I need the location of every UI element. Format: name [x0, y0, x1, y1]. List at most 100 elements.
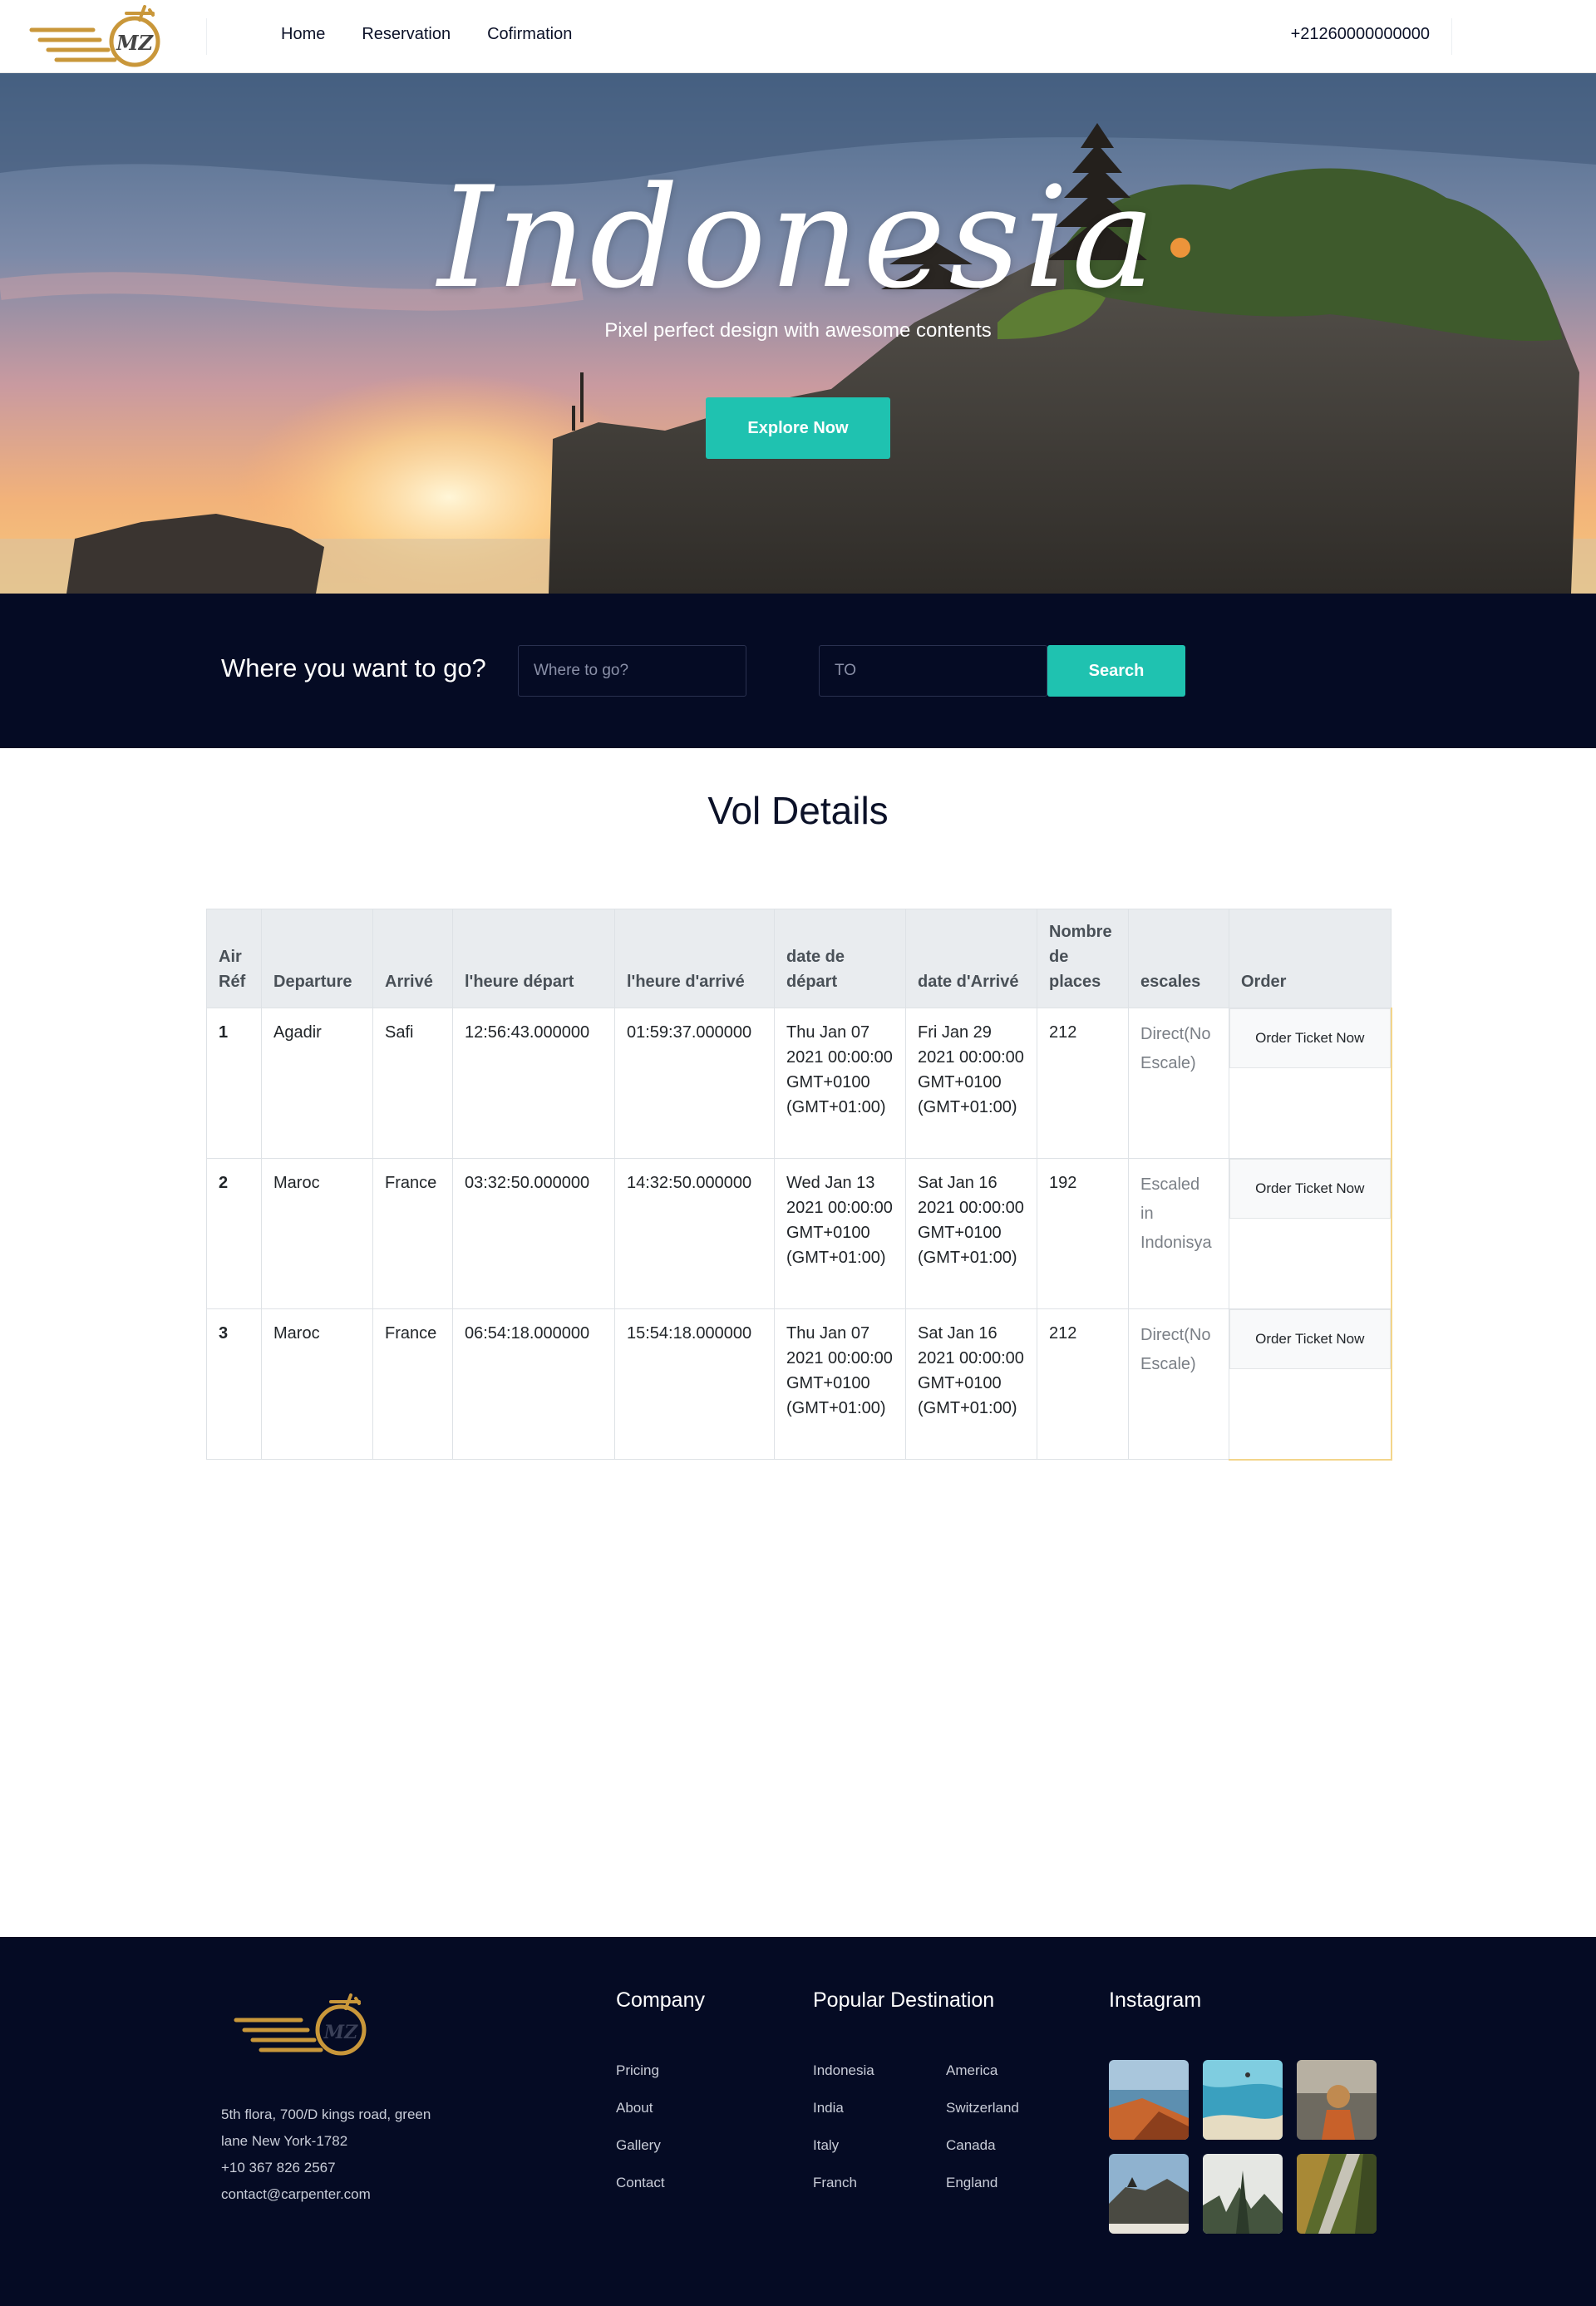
footer-destination-link[interactable]: Indonesia — [813, 2052, 874, 2089]
cell-departure-time: 12:56:43.000000 — [452, 1008, 615, 1159]
cell-stops: Direct(No Escale) — [1128, 1308, 1229, 1460]
cell-stops: Escaled in Indonisya — [1128, 1158, 1229, 1309]
destination-from-input[interactable] — [518, 645, 746, 697]
footer-link-contact[interactable]: Contact — [616, 2164, 665, 2201]
svg-text:MZ: MZ — [116, 31, 155, 55]
col-header-arrival-date: date d'Arrivé — [905, 909, 1037, 1008]
flights-table: Air Réf Departure Arrivé l'heure départ … — [206, 909, 1392, 1461]
cell-arrival-date: Fri Jan 29 2021 00:00:00 GMT+0100 (GMT+0… — [905, 1008, 1037, 1159]
footer-destination-link[interactable]: India — [813, 2089, 874, 2126]
cell-arrival-time: 14:32:50.000000 — [614, 1158, 775, 1309]
footer-phone: +10 367 826 2567 — [221, 2160, 336, 2175]
footer-destination-link[interactable]: America — [946, 2052, 1019, 2089]
cell-places: 192 — [1037, 1158, 1129, 1309]
brand-logo[interactable]: MZ — [28, 2, 163, 71]
navbar: MZ Home Reservation Cofirmation +2126000… — [0, 0, 1596, 73]
cell-stops: Direct(No Escale) — [1128, 1008, 1229, 1159]
col-header-ref: Air Réf — [206, 909, 262, 1008]
footer-link-gallery[interactable]: Gallery — [616, 2126, 665, 2164]
footer-company-heading: Company — [616, 1988, 705, 2012]
footer-destinations-heading: Popular Destination — [813, 1988, 995, 2012]
cell-departure: Maroc — [261, 1308, 373, 1460]
footer-company-links: Pricing About Gallery Contact — [616, 2052, 665, 2201]
cell-order: Order Ticket Now — [1229, 1158, 1392, 1309]
flights-table-container: Air Réf Departure Arrivé l'heure départ … — [206, 909, 1392, 1461]
table-row: 2 Maroc France 03:32:50.000000 14:32:50.… — [206, 1158, 1392, 1309]
nav-phone: +21260000000000 — [1290, 25, 1430, 43]
col-header-order: Order — [1229, 909, 1392, 1008]
search-bar: Where you want to go? Search — [0, 594, 1596, 748]
search-label: Where you want to go? — [221, 653, 486, 682]
cell-arrival-time: 01:59:37.000000 — [614, 1008, 775, 1159]
order-ticket-button[interactable]: Order Ticket Now — [1229, 1309, 1391, 1369]
cell-arrival: Safi — [372, 1008, 453, 1159]
col-header-arrival: Arrivé — [372, 909, 453, 1008]
cell-departure-time: 06:54:18.000000 — [452, 1308, 615, 1460]
table-row: 3 Maroc France 06:54:18.000000 15:54:18.… — [206, 1308, 1392, 1461]
instagram-photo[interactable] — [1109, 2060, 1189, 2140]
instagram-photo[interactable] — [1297, 2154, 1377, 2234]
footer-brand-logo[interactable]: MZ — [231, 1987, 371, 2060]
svg-text:MZ: MZ — [323, 2022, 358, 2043]
cell-departure: Agadir — [261, 1008, 373, 1159]
instagram-photo[interactable] — [1203, 2154, 1283, 2234]
cell-order: Order Ticket Now — [1229, 1008, 1392, 1159]
order-ticket-button[interactable]: Order Ticket Now — [1229, 1159, 1391, 1219]
order-ticket-button[interactable]: Order Ticket Now — [1229, 1008, 1391, 1068]
col-header-stops: escales — [1128, 909, 1229, 1008]
nav-divider — [1451, 18, 1452, 55]
cell-places: 212 — [1037, 1008, 1129, 1159]
cell-departure-date: Thu Jan 07 2021 00:00:00 GMT+0100 (GMT+0… — [774, 1008, 906, 1159]
cell-ref: 3 — [206, 1308, 262, 1460]
cell-departure-date: Wed Jan 13 2021 00:00:00 GMT+0100 (GMT+0… — [774, 1158, 906, 1309]
footer-destination-link[interactable]: England — [946, 2164, 1019, 2201]
footer-email: contact@carpenter.com — [221, 2186, 371, 2202]
footer: MZ 5th flora, 700/D kings road, green la… — [0, 1937, 1596, 2306]
col-header-departure-date: date de départ — [774, 909, 906, 1008]
footer-destinations-col1: Indonesia India Italy Franch — [813, 2052, 874, 2201]
address-line: 5th flora, 700/D kings road, green — [221, 2106, 431, 2122]
cell-arrival: France — [372, 1308, 453, 1460]
cell-arrival: France — [372, 1158, 453, 1309]
table-row: 1 Agadir Safi 12:56:43.000000 01:59:37.0… — [206, 1008, 1392, 1159]
hero-title: Indonesia — [437, 156, 1159, 319]
col-header-departure-time: l'heure départ — [452, 909, 615, 1008]
instagram-photo[interactable] — [1203, 2060, 1283, 2140]
nav-reservation-link[interactable]: Reservation — [362, 25, 451, 44]
main-nav: Home Reservation Cofirmation — [281, 25, 572, 44]
destination-to-input[interactable] — [819, 645, 1047, 697]
col-header-departure: Departure — [261, 909, 373, 1008]
nav-divider — [206, 18, 207, 55]
nav-home-link[interactable]: Home — [281, 25, 325, 44]
cell-order: Order Ticket Now — [1229, 1308, 1392, 1461]
search-button[interactable]: Search — [1047, 645, 1185, 697]
footer-destination-link[interactable]: Canada — [946, 2126, 1019, 2164]
instagram-photo[interactable] — [1297, 2060, 1377, 2140]
explore-now-button[interactable]: Explore Now — [706, 397, 890, 459]
footer-destination-link[interactable]: Switzerland — [946, 2089, 1019, 2126]
table-header-row: Air Réf Departure Arrivé l'heure départ … — [206, 909, 1392, 1008]
footer-link-about[interactable]: About — [616, 2089, 665, 2126]
nav-confirmation-link[interactable]: Cofirmation — [487, 25, 572, 44]
cell-arrival-date: Sat Jan 16 2021 00:00:00 GMT+0100 (GMT+0… — [905, 1158, 1037, 1309]
footer-destinations-col2: America Switzerland Canada England — [946, 2052, 1019, 2201]
footer-link-pricing[interactable]: Pricing — [616, 2052, 665, 2089]
cell-ref: 2 — [206, 1158, 262, 1309]
col-header-places: Nombre de places — [1037, 909, 1129, 1008]
footer-address: 5th flora, 700/D kings road, green lane … — [221, 2102, 470, 2208]
footer-destination-link[interactable]: Italy — [813, 2126, 874, 2164]
cell-departure-date: Thu Jan 07 2021 00:00:00 GMT+0100 (GMT+0… — [774, 1308, 906, 1460]
footer-destination-link[interactable]: Franch — [813, 2164, 874, 2201]
cell-departure-time: 03:32:50.000000 — [452, 1158, 615, 1309]
instagram-photo[interactable] — [1109, 2154, 1189, 2234]
cell-places: 212 — [1037, 1308, 1129, 1460]
address-line: lane New York-1782 — [221, 2133, 348, 2149]
footer-instagram-heading: Instagram — [1109, 1988, 1202, 2012]
instagram-gallery — [1109, 2060, 1377, 2234]
col-header-arrival-time: l'heure d'arrivé — [614, 909, 775, 1008]
cell-ref: 1 — [206, 1008, 262, 1159]
cell-departure: Maroc — [261, 1158, 373, 1309]
hero-subtitle: Pixel perfect design with awesome conten… — [604, 319, 992, 342]
cell-arrival-time: 15:54:18.000000 — [614, 1308, 775, 1460]
hero: Indonesia Pixel perfect design with awes… — [0, 73, 1596, 594]
